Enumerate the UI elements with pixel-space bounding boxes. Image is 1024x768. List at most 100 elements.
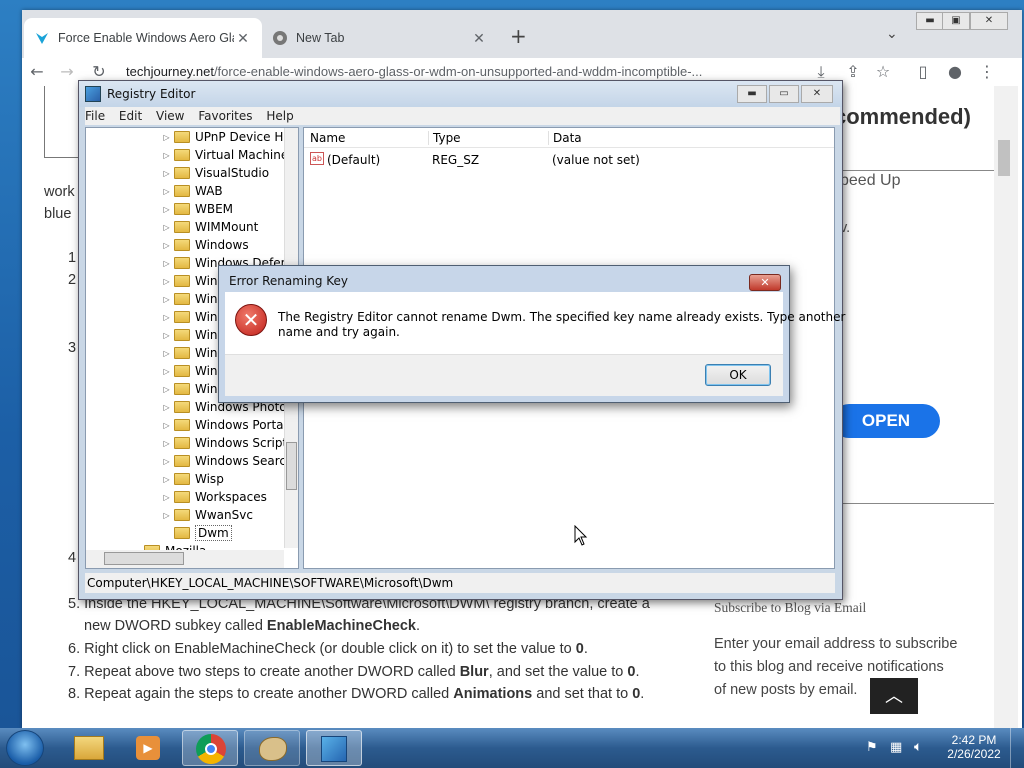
minimize-button[interactable]: ▬ [916,12,944,30]
tree-node[interactable]: ▷ Win [162,272,218,290]
side-panel-icon[interactable]: ▯ [910,60,936,84]
expand-arrow-icon[interactable]: ▷ [162,439,171,448]
tray-action-center-icon[interactable]: ⚑ [866,740,878,755]
tab-force-enable[interactable]: Force Enable Windows Aero Glas ✕ [24,18,262,58]
expand-arrow-icon[interactable]: ▷ [162,205,171,214]
tree-node[interactable]: ▷ Windows Script [162,434,287,452]
clock[interactable]: 2:42 PM 2/26/2022 [946,733,1002,761]
menu-favorites[interactable]: Favorites [198,107,252,125]
expand-arrow-icon[interactable]: ▷ [162,277,171,286]
start-button[interactable] [6,730,44,766]
tree-node[interactable]: ▷ Win [162,344,217,362]
taskbar-regedit-button[interactable] [306,730,362,766]
tree-node[interactable]: ▷ Windows Portal [162,416,286,434]
share-icon[interactable]: ⇪ [840,60,866,84]
column-name-header[interactable]: Name [310,131,345,145]
tree-node-label: Win [195,274,218,288]
step-text: . [640,686,645,702]
expand-arrow-icon[interactable]: ▷ [162,421,171,430]
taskbar-media-button[interactable]: ▶ [120,730,176,766]
regedit-minimize-button[interactable]: ▬ [737,85,767,103]
menu-help[interactable]: Help [266,107,293,125]
profile-icon[interactable]: ● [942,60,968,84]
forward-arrow-icon[interactable]: → [54,60,80,84]
tree-node[interactable]: ▷ WAB [162,182,222,200]
tree-node[interactable]: ▷ Windows Search [162,452,293,470]
tree-node-label: Win [195,310,218,324]
expand-arrow-icon[interactable]: ▷ [162,457,171,466]
tab-search-chevron-icon[interactable]: ⌄ [886,26,898,42]
tree-node[interactable]: ▷ Win [162,326,217,344]
menu-kebab-icon[interactable]: ⋮ [974,60,1000,84]
tree-hscroll-thumb[interactable] [104,552,184,565]
expand-arrow-icon[interactable]: ▷ [162,295,171,304]
menu-file[interactable]: File [85,107,105,125]
tab-close-icon[interactable]: ✕ [470,30,488,47]
back-arrow-icon[interactable]: ← [24,60,50,84]
expand-arrow-icon[interactable]: ▷ [162,151,171,160]
tree-node[interactable]: ▷ Win [162,290,217,308]
expand-arrow-icon[interactable]: ▷ [162,493,171,502]
step-text: Right click on EnableMachineCheck (or do… [84,641,576,657]
folder-icon [174,365,190,377]
tree-node[interactable]: ▷ UPnP Device Ho [162,128,290,146]
clock-date: 2/26/2022 [947,747,1001,761]
taskbar-explorer-button[interactable] [60,730,116,766]
tree-node[interactable]: ▷ Workspaces [162,488,266,506]
tree-vscroll-thumb[interactable] [286,442,297,490]
page-scrollbar[interactable] [994,86,1018,728]
tree-node[interactable]: ▷ Win [162,362,217,380]
regedit-maximize-button[interactable]: ▭ [769,85,799,103]
column-data-header[interactable]: Data [548,131,582,145]
menu-edit[interactable]: Edit [119,107,142,125]
tree-node[interactable]: ▷ VisualStudio [162,164,269,182]
tree-hscrollbar[interactable] [86,550,284,568]
maximize-button[interactable]: ▣ [942,12,970,30]
taskbar-paint-button[interactable] [244,730,300,766]
tray-volume-icon[interactable]: 🔈︎ [914,739,922,755]
tree-node[interactable]: ▷ Win [162,308,218,326]
new-tab-button[interactable]: + [510,24,527,48]
close-button[interactable]: ✕ [970,12,1008,30]
ok-button[interactable]: OK [705,364,771,386]
scrollbar-thumb[interactable] [998,140,1010,176]
tree-node[interactable]: Dwm [162,524,232,542]
expand-arrow-icon[interactable]: ▷ [162,475,171,484]
expand-arrow-icon[interactable]: ▷ [162,331,171,340]
expand-arrow-icon[interactable]: ▷ [162,511,171,520]
tree-node[interactable]: ▷ Win [162,380,217,398]
step-number: 2 [68,272,77,288]
expand-arrow-icon[interactable]: ▷ [162,133,171,142]
scroll-to-top-button[interactable]: ︿ [870,678,918,714]
folder-icon [174,437,190,449]
expand-arrow-icon[interactable]: ▷ [162,385,171,394]
tree-node[interactable]: ▷ Virtual Machine [162,146,288,164]
column-type-header[interactable]: Type [428,131,461,145]
dialog-close-button[interactable]: ✕ [749,274,781,291]
expand-arrow-icon[interactable]: ▷ [162,349,171,358]
expand-arrow-icon[interactable]: ▷ [162,313,171,322]
regedit-close-button[interactable]: ✕ [801,85,833,103]
tab-close-icon[interactable]: ✕ [234,30,252,47]
tree-node[interactable]: ▷ WIMMount [162,218,258,236]
taskbar-chrome-button[interactable] [182,730,238,766]
expand-arrow-icon[interactable]: ▷ [162,259,171,268]
expand-arrow-icon[interactable]: ▷ [162,169,171,178]
expand-arrow-icon[interactable]: ▷ [162,241,171,250]
tree-node[interactable]: ▷ WwanSvc [162,506,253,524]
expand-arrow-icon[interactable]: ▷ [162,367,171,376]
expand-arrow-icon[interactable]: ▷ [162,223,171,232]
tray-network-icon[interactable]: ▦ [890,740,902,755]
expand-arrow-icon[interactable]: ▷ [162,403,171,412]
open-button[interactable]: OPEN [832,404,940,438]
tree-node[interactable]: ▷ Wisp [162,470,223,488]
tree-node[interactable]: ▷ Windows [162,236,248,254]
menu-view[interactable]: View [156,107,184,125]
tree-node[interactable]: ▷ WBEM [162,200,233,218]
tab-new-tab[interactable]: New Tab ✕ [262,18,498,58]
bookmark-star-icon[interactable]: ☆ [870,60,896,84]
table-row[interactable]: ab (Default) REG_SZ (value not set) [304,152,834,170]
step-num: 8. [68,686,81,702]
show-desktop-button[interactable] [1010,728,1024,768]
expand-arrow-icon[interactable]: ▷ [162,187,171,196]
